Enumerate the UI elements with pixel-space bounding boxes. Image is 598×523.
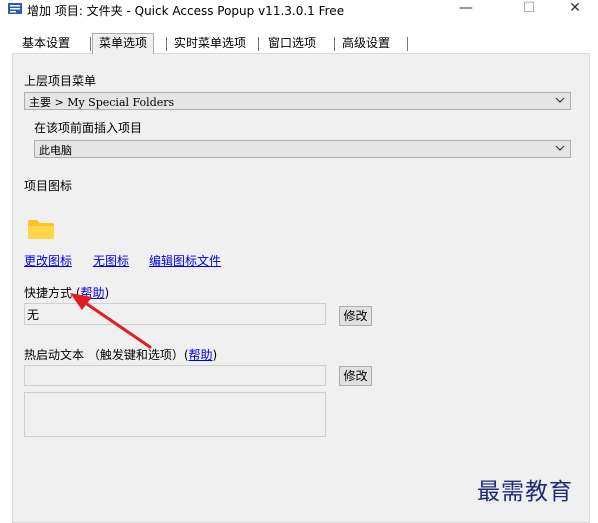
- shortcut-field: 无: [24, 303, 326, 325]
- tab-advanced-settings[interactable]: 高级设置: [336, 35, 396, 53]
- item-icon-label: 项目图标: [24, 179, 73, 193]
- insert-before-value: 此电脑: [39, 144, 72, 157]
- close-button[interactable]: ✕: [552, 0, 598, 19]
- hotstring-label: 热启动文本 （触发键和选项）(帮助): [24, 346, 217, 363]
- tab-divider: [166, 37, 167, 51]
- hotstring-options-field: [24, 392, 326, 437]
- watermark-logo: 最需教育: [477, 479, 573, 505]
- tab-divider: [90, 37, 91, 51]
- tab-live-menu-options[interactable]: 实时菜单选项: [168, 35, 252, 53]
- maximize-button[interactable]: ☐: [506, 0, 552, 19]
- shortcut-label-end: ): [104, 286, 110, 300]
- hotstring-label-text: 热启动文本 （触发键和选项）(: [24, 348, 189, 362]
- no-icon-link[interactable]: 无图标: [93, 252, 129, 269]
- dialog-body: 基本设置 菜单选项 实时菜单选项 窗口选项 高级设置 上层项目菜单 主要 > M…: [0, 19, 598, 523]
- parent-menu-select[interactable]: 主要 > My Special Folders: [24, 92, 571, 110]
- window-title: 增加 项目: 文件夹 - Quick Access Popup v11.3.0.…: [27, 4, 345, 18]
- tab-menu-options[interactable]: 菜单选项: [92, 33, 155, 54]
- shortcut-help-link[interactable]: 帮助: [81, 286, 105, 300]
- parent-menu-label: 上层项目菜单: [24, 74, 97, 88]
- parent-menu-value: 主要 > My Special Folders: [29, 96, 175, 109]
- hotstring-modify-button[interactable]: 修改: [339, 366, 372, 386]
- hotstring-field: [24, 365, 326, 386]
- tab-basic-settings[interactable]: 基本设置: [16, 35, 76, 53]
- folder-icon: [28, 220, 54, 239]
- chevron-down-icon: [555, 145, 565, 151]
- shortcut-value: 无: [27, 308, 40, 322]
- menu-options-panel: 上层项目菜单 主要 > My Special Folders 在该项前面插入项目…: [12, 53, 590, 523]
- tab-divider: [334, 37, 335, 51]
- tab-divider: [407, 37, 408, 51]
- shortcut-modify-button[interactable]: 修改: [339, 306, 372, 326]
- hotstring-label-end: ): [212, 348, 218, 362]
- chevron-down-icon: [555, 97, 565, 103]
- tab-window-options[interactable]: 窗口选项: [262, 35, 322, 53]
- title-bar: 增加 项目: 文件夹 - Quick Access Popup v11.3.0.…: [0, 0, 598, 19]
- insert-before-select[interactable]: 此电脑: [34, 140, 571, 158]
- insert-before-label: 在该项前面插入项目: [34, 121, 143, 135]
- hotstring-help-link[interactable]: 帮助: [189, 348, 213, 362]
- tab-divider: [258, 37, 259, 51]
- minimize-button[interactable]: —: [443, 0, 489, 19]
- shortcut-label-text: 快捷方式 (: [24, 286, 81, 300]
- edit-icon-file-link[interactable]: 编辑图标文件: [149, 252, 221, 269]
- app-icon: [8, 3, 22, 14]
- change-icon-link[interactable]: 更改图标: [24, 252, 72, 269]
- shortcut-label: 快捷方式 (帮助): [24, 284, 109, 301]
